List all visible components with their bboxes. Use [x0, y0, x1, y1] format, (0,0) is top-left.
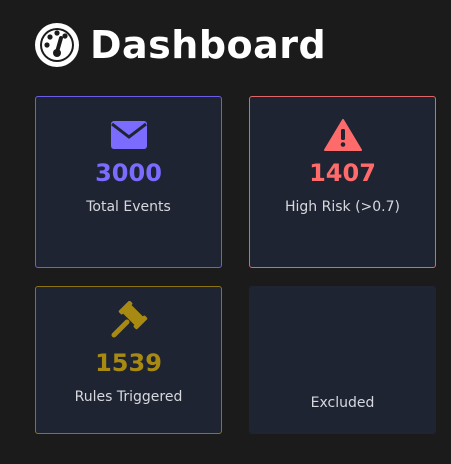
rules-triggered-card: 1539 Rules Triggered: [35, 286, 222, 434]
total-events-card: 3000 Total Events: [35, 96, 222, 268]
page-title: Dashboard: [90, 23, 327, 67]
dashboard-page: Dashboard 3000 Total Events 1407 High Ri…: [0, 0, 451, 464]
excluded-card: Excluded: [249, 286, 436, 434]
rules-triggered-label: Rules Triggered: [74, 389, 183, 405]
gavel-icon: [109, 301, 149, 341]
speedometer-icon: [34, 22, 80, 68]
excluded-label: Excluded: [310, 395, 375, 411]
high-risk-label: High Risk (>0.7): [284, 199, 400, 215]
rules-triggered-value: 1539: [95, 349, 162, 377]
envelope-icon: [110, 115, 148, 155]
total-events-label: Total Events: [86, 199, 171, 215]
total-events-value: 3000: [95, 159, 162, 187]
warning-triangle-icon: [323, 115, 362, 155]
high-risk-card: 1407 High Risk (>0.7): [249, 96, 436, 268]
page-header: Dashboard: [34, 20, 326, 70]
high-risk-value: 1407: [309, 159, 376, 187]
